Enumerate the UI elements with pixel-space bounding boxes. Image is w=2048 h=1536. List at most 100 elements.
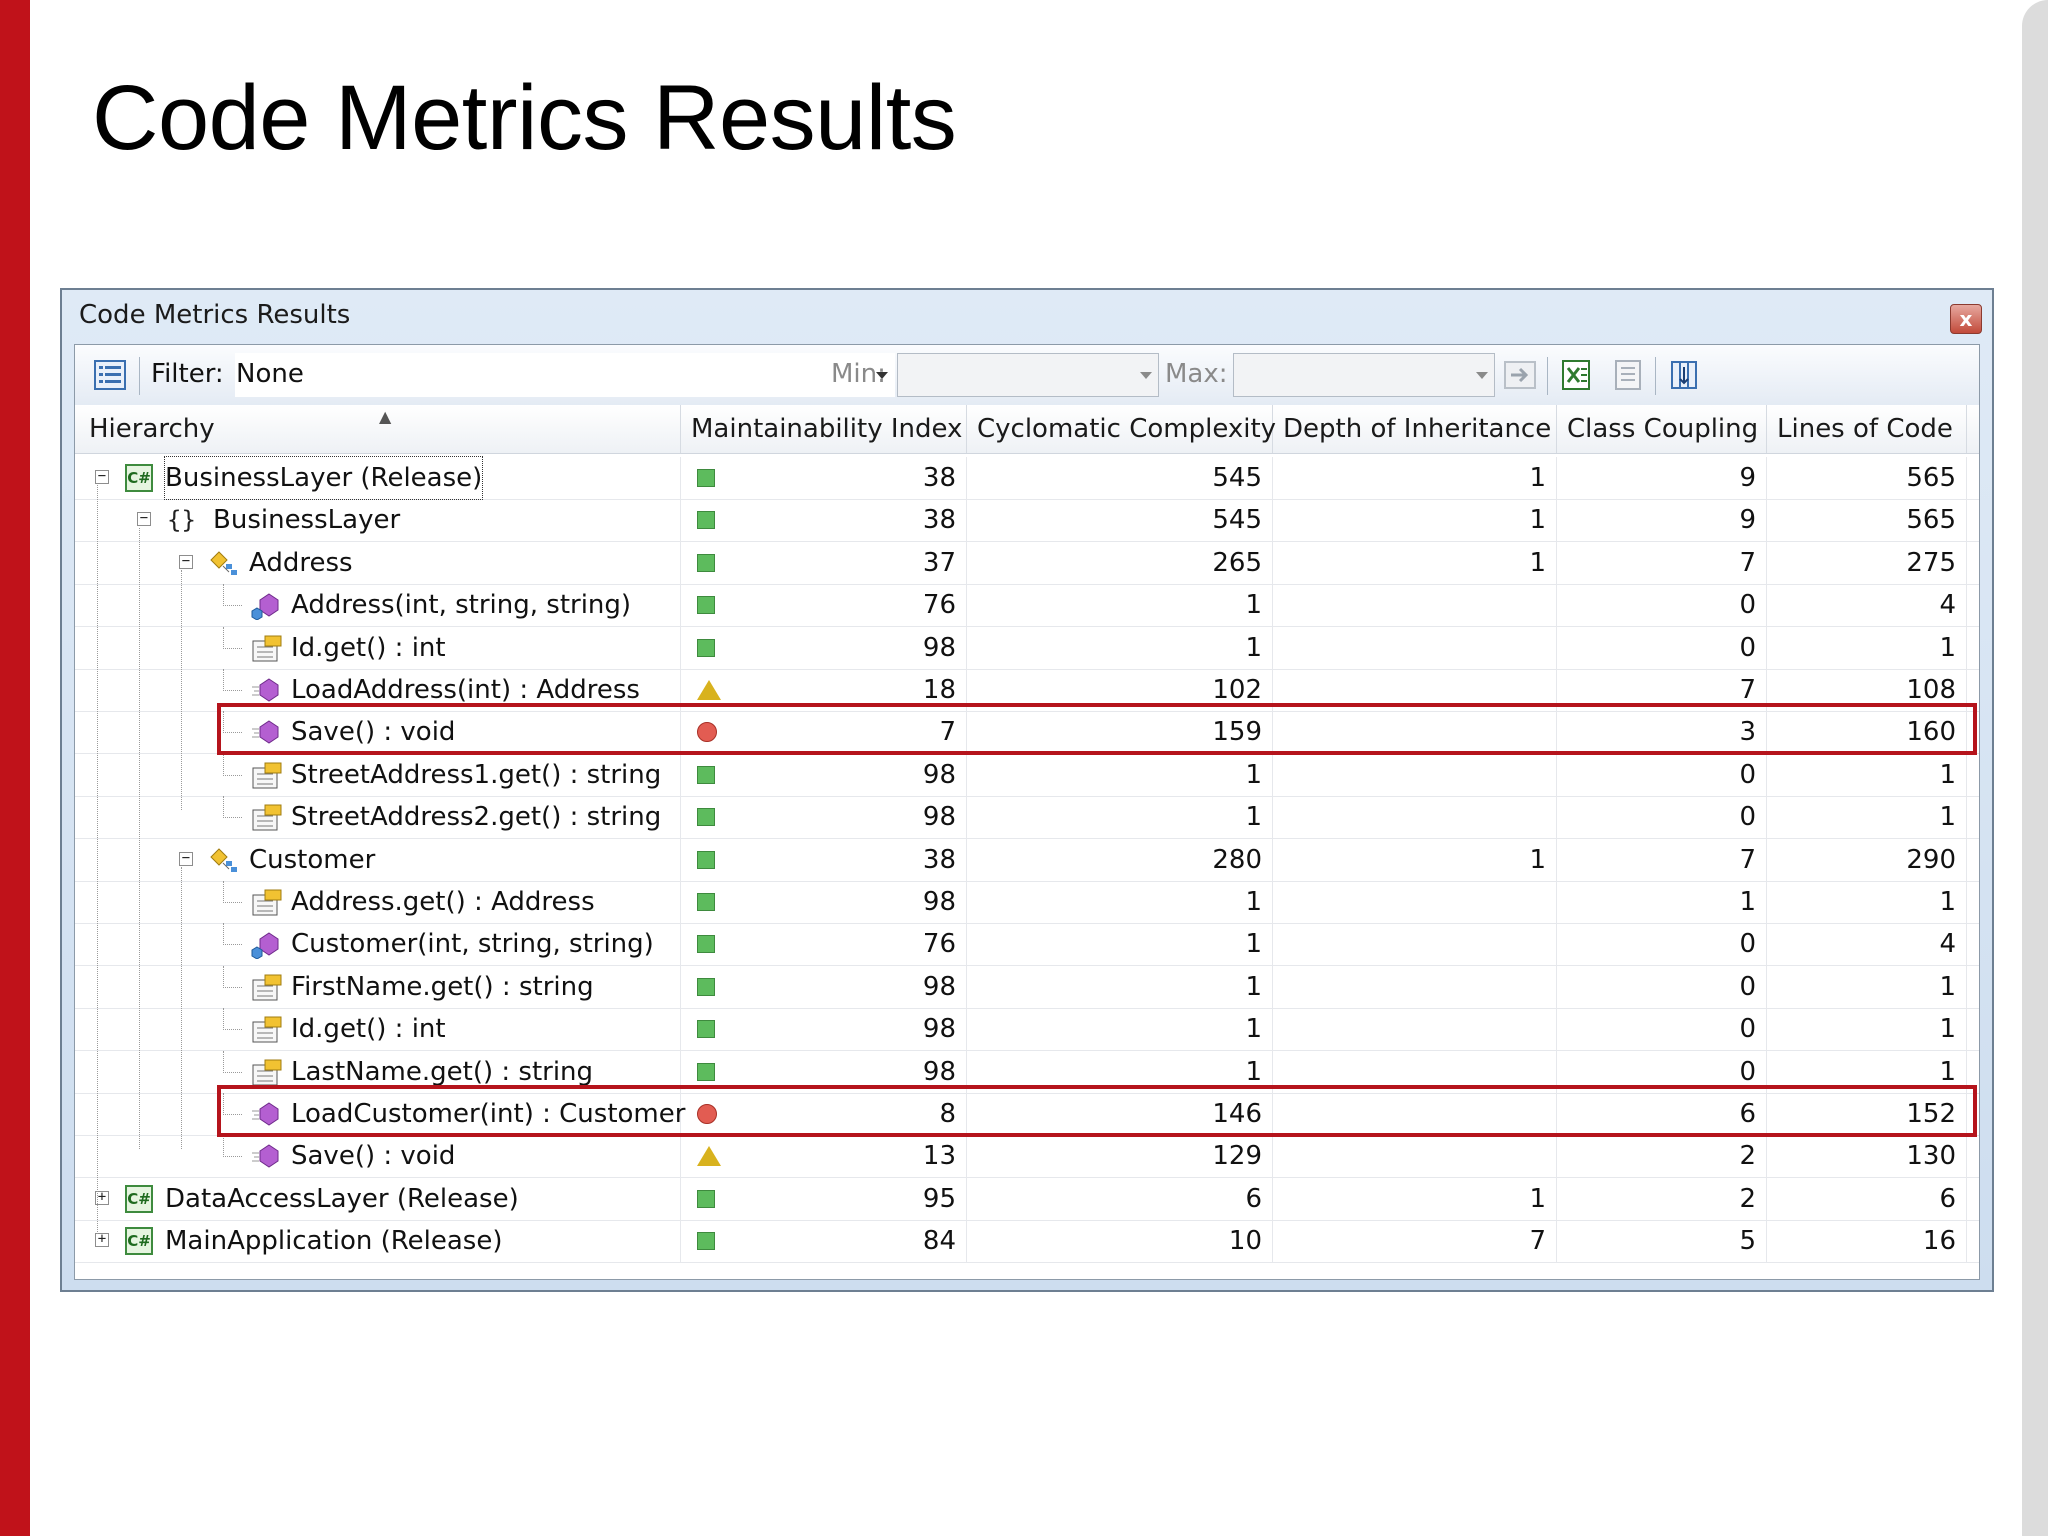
coupling-cell: 9 bbox=[1557, 457, 1767, 499]
doi-value: 1 bbox=[1529, 1183, 1546, 1214]
tree-connector-line bbox=[223, 584, 242, 607]
loc-value: 1 bbox=[1939, 887, 1956, 917]
column-header-maintainability-index[interactable]: Maintainability Index bbox=[681, 405, 967, 453]
cc-value: 1 bbox=[1245, 1014, 1262, 1045]
column-header-lines-of-code[interactable]: Lines of Code bbox=[1767, 405, 1967, 453]
table-row[interactable]: Save() : void 13 129 2 130 bbox=[75, 1135, 1979, 1179]
table-row[interactable]: − C# BusinessLayer (Release) 38 545 1 9 565 bbox=[75, 456, 1979, 500]
constructor-icon bbox=[251, 591, 279, 621]
node-name: MainApplication (Release) bbox=[165, 1226, 503, 1257]
table-row[interactable]: −{} BusinessLayer 38 545 1 9 565 bbox=[75, 499, 1979, 543]
hierarchy-cell[interactable]: Save() : void bbox=[79, 1135, 681, 1178]
hierarchy-cell[interactable]: + C# DataAccessLayer (Release) bbox=[79, 1177, 681, 1220]
grid-header: Hierarchy ▲ Maintainability Index Cyclom… bbox=[75, 405, 1979, 454]
node-name: Customer(int, string, string) bbox=[291, 929, 654, 960]
expand-icon[interactable]: + bbox=[95, 1232, 109, 1248]
hierarchy-cell[interactable]: − Address bbox=[79, 541, 681, 584]
table-row[interactable]: LoadCustomer(int) : Customer 8 146 6 152 bbox=[75, 1093, 1979, 1136]
maintainability-index-cell: 38 bbox=[681, 457, 967, 499]
column-options-icon[interactable] bbox=[1667, 359, 1701, 391]
hierarchy-cell[interactable]: Id.get() : int bbox=[79, 1008, 681, 1051]
cc-value: 10 bbox=[1228, 1226, 1262, 1257]
node-name: Save() : void bbox=[291, 717, 456, 748]
hierarchy-cell[interactable]: LastName.get() : string bbox=[79, 1050, 681, 1093]
export-list-icon[interactable] bbox=[1611, 359, 1645, 391]
min-label: Min: bbox=[831, 359, 886, 389]
column-header-depth-of-inheritance[interactable]: Depth of Inheritance bbox=[1273, 405, 1557, 453]
collapse-icon[interactable]: − bbox=[95, 469, 109, 484]
close-button[interactable]: x bbox=[1950, 304, 1982, 334]
class-icon bbox=[209, 549, 239, 577]
apply-arrow-icon[interactable] bbox=[1503, 359, 1537, 391]
code-metrics-window: Code Metrics Results x Filter: None Min:… bbox=[60, 288, 1994, 1292]
tree-connector-line bbox=[223, 1008, 242, 1031]
loc-value: 565 bbox=[1906, 505, 1956, 536]
table-row[interactable]: StreetAddress1.get() : string 98 1 0 1 bbox=[75, 753, 1979, 797]
table-row[interactable]: Id.get() : int 98 1 0 1 bbox=[75, 1008, 1979, 1052]
table-row[interactable]: LastName.get() : string 98 1 0 1 bbox=[75, 1050, 1979, 1094]
doi-cell bbox=[1273, 965, 1557, 1008]
table-row[interactable]: − Address 37 265 1 7 275 bbox=[75, 541, 1979, 585]
hierarchy-cell[interactable]: Id.get() : int bbox=[79, 626, 681, 669]
table-row[interactable]: + C# DataAccessLayer (Release) 95 6 1 2 6 bbox=[75, 1177, 1979, 1221]
maintainability-index-cell: 37 bbox=[681, 541, 967, 584]
column-header-cyclomatic-complexity[interactable]: Cyclomatic Complexity bbox=[967, 405, 1276, 453]
table-row[interactable]: Customer(int, string, string) 76 1 0 4 bbox=[75, 923, 1979, 967]
hierarchy-cell[interactable]: − Customer bbox=[79, 838, 681, 881]
table-row[interactable]: Save() : void 7 159 3 160 bbox=[75, 711, 1979, 755]
table-row[interactable]: Id.get() : int 98 1 0 1 bbox=[75, 626, 1979, 670]
loc-cell: 565 bbox=[1767, 457, 1967, 499]
chevron-down-icon[interactable] bbox=[1476, 372, 1488, 379]
node-name: Id.get() : int bbox=[291, 632, 446, 663]
tree-guide-line bbox=[139, 527, 140, 1150]
hierarchy-cell[interactable]: LoadCustomer(int) : Customer bbox=[79, 1093, 685, 1135]
column-header-class-coupling[interactable]: Class Coupling bbox=[1557, 405, 1767, 453]
loc-cell: 6 bbox=[1767, 1177, 1967, 1220]
table-row[interactable]: StreetAddress2.get() : string 98 1 0 1 bbox=[75, 796, 1979, 840]
property-icon bbox=[251, 1015, 282, 1043]
slide-left-accent-bar bbox=[0, 0, 30, 1536]
status-good-icon bbox=[697, 977, 715, 996]
table-row[interactable]: Address(int, string, string) 76 1 0 4 bbox=[75, 584, 1979, 628]
cc-value: 1 bbox=[1245, 887, 1262, 917]
cc-value: 159 bbox=[1212, 717, 1262, 748]
mi-value: 18 bbox=[922, 675, 956, 705]
table-row[interactable]: + C# MainApplication (Release) 84 10 7 5 16 bbox=[75, 1220, 1979, 1264]
collapse-icon[interactable]: − bbox=[137, 511, 151, 527]
cc-cell: 1 bbox=[967, 881, 1273, 923]
doi-cell bbox=[1273, 1135, 1557, 1178]
collapse-icon[interactable]: − bbox=[179, 851, 193, 866]
loc-value: 275 bbox=[1906, 547, 1956, 578]
hierarchy-cell[interactable]: Save() : void bbox=[79, 711, 681, 754]
hierarchy-cell[interactable]: Customer(int, string, string) bbox=[79, 923, 681, 966]
hierarchy-cell[interactable]: LoadAddress(int) : Address bbox=[79, 669, 681, 711]
hierarchy-cell[interactable]: FirstName.get() : string bbox=[79, 965, 681, 1008]
chevron-down-icon[interactable] bbox=[1140, 372, 1152, 379]
mi-value: 98 bbox=[922, 1014, 956, 1045]
loc-cell: 108 bbox=[1767, 669, 1967, 711]
cc-value: 6 bbox=[1245, 1183, 1262, 1214]
table-row[interactable]: FirstName.get() : string 98 1 0 1 bbox=[75, 965, 1979, 1009]
tree-guide-line bbox=[181, 570, 182, 811]
collapse-icon[interactable]: − bbox=[179, 554, 193, 569]
hierarchy-cell[interactable]: StreetAddress2.get() : string bbox=[79, 796, 681, 839]
tree-connector-line bbox=[223, 1135, 242, 1158]
hierarchy-cell[interactable]: − C# BusinessLayer (Release) bbox=[79, 456, 681, 500]
table-row[interactable]: − Customer 38 280 1 7 290 bbox=[75, 838, 1979, 882]
hierarchy-cell[interactable]: StreetAddress1.get() : string bbox=[79, 753, 681, 796]
status-good-icon bbox=[697, 765, 715, 784]
hierarchy-cell[interactable]: Address(int, string, string) bbox=[79, 584, 681, 627]
max-input[interactable] bbox=[1233, 353, 1495, 397]
maintainability-index-cell: 95 bbox=[681, 1177, 967, 1220]
table-row[interactable]: LoadAddress(int) : Address 18 102 7 108 bbox=[75, 669, 1979, 712]
min-input[interactable] bbox=[897, 353, 1159, 397]
export-excel-icon[interactable] bbox=[1559, 359, 1593, 391]
hierarchy-cell[interactable]: + C# MainApplication (Release) bbox=[79, 1220, 681, 1263]
hierarchy-cell[interactable]: Address.get() : Address bbox=[79, 881, 681, 923]
mi-value: 98 bbox=[922, 632, 956, 663]
list-view-icon[interactable] bbox=[93, 359, 127, 391]
hierarchy-cell[interactable]: −{} BusinessLayer bbox=[79, 499, 681, 542]
filter-dropdown[interactable]: None bbox=[235, 353, 895, 397]
table-row[interactable]: Address.get() : Address 98 1 1 1 bbox=[75, 881, 1979, 924]
mi-value: 98 bbox=[922, 887, 956, 917]
